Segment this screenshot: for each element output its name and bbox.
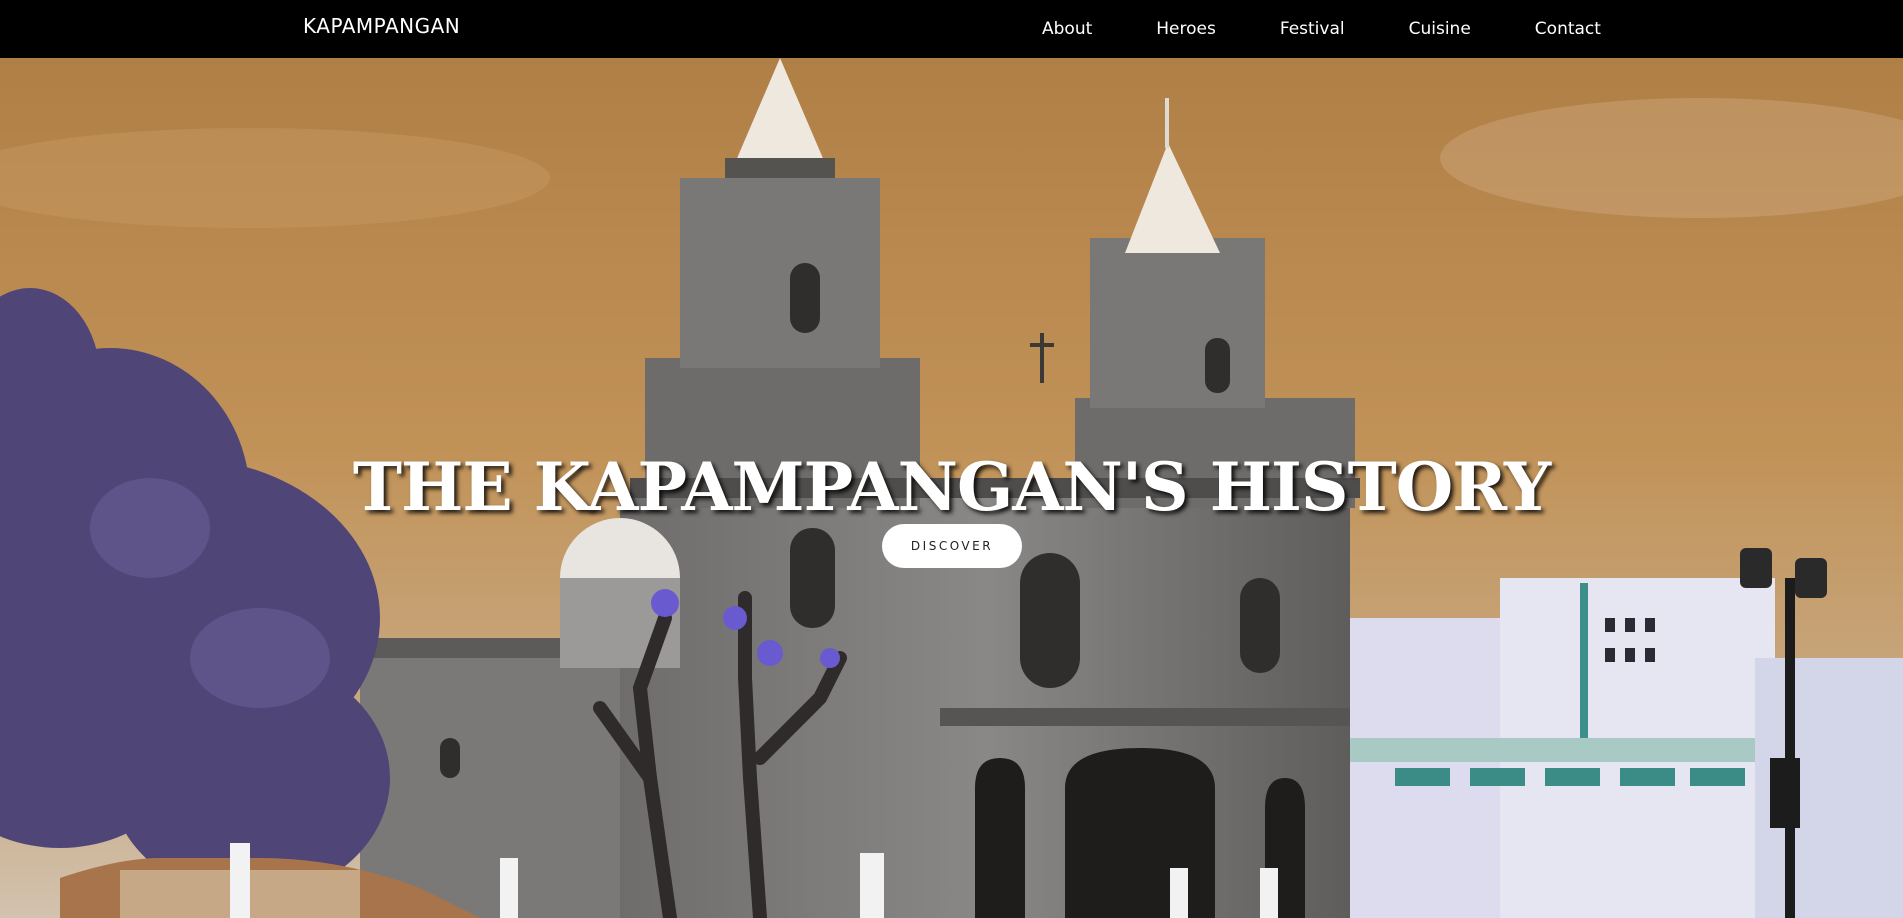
nav-festival[interactable]: Festival — [1248, 19, 1377, 39]
discover-button[interactable]: DISCOVER — [882, 524, 1022, 568]
hero-title: THE KAPAMPANGAN'S HISTORY — [352, 448, 1551, 527]
main-nav: About Heroes Festival Cuisine Contact — [1010, 0, 1633, 58]
nav-contact[interactable]: Contact — [1503, 19, 1633, 39]
brand-logo[interactable]: KAPAMPANGAN — [303, 14, 460, 38]
nav-about[interactable]: About — [1010, 19, 1124, 39]
hero-section: THE KAPAMPANGAN'S HISTORY DISCOVER — [0, 58, 1903, 918]
nav-cuisine[interactable]: Cuisine — [1377, 19, 1503, 39]
top-navbar: KAPAMPANGAN About Heroes Festival Cuisin… — [0, 0, 1903, 58]
nav-heroes[interactable]: Heroes — [1124, 19, 1248, 39]
